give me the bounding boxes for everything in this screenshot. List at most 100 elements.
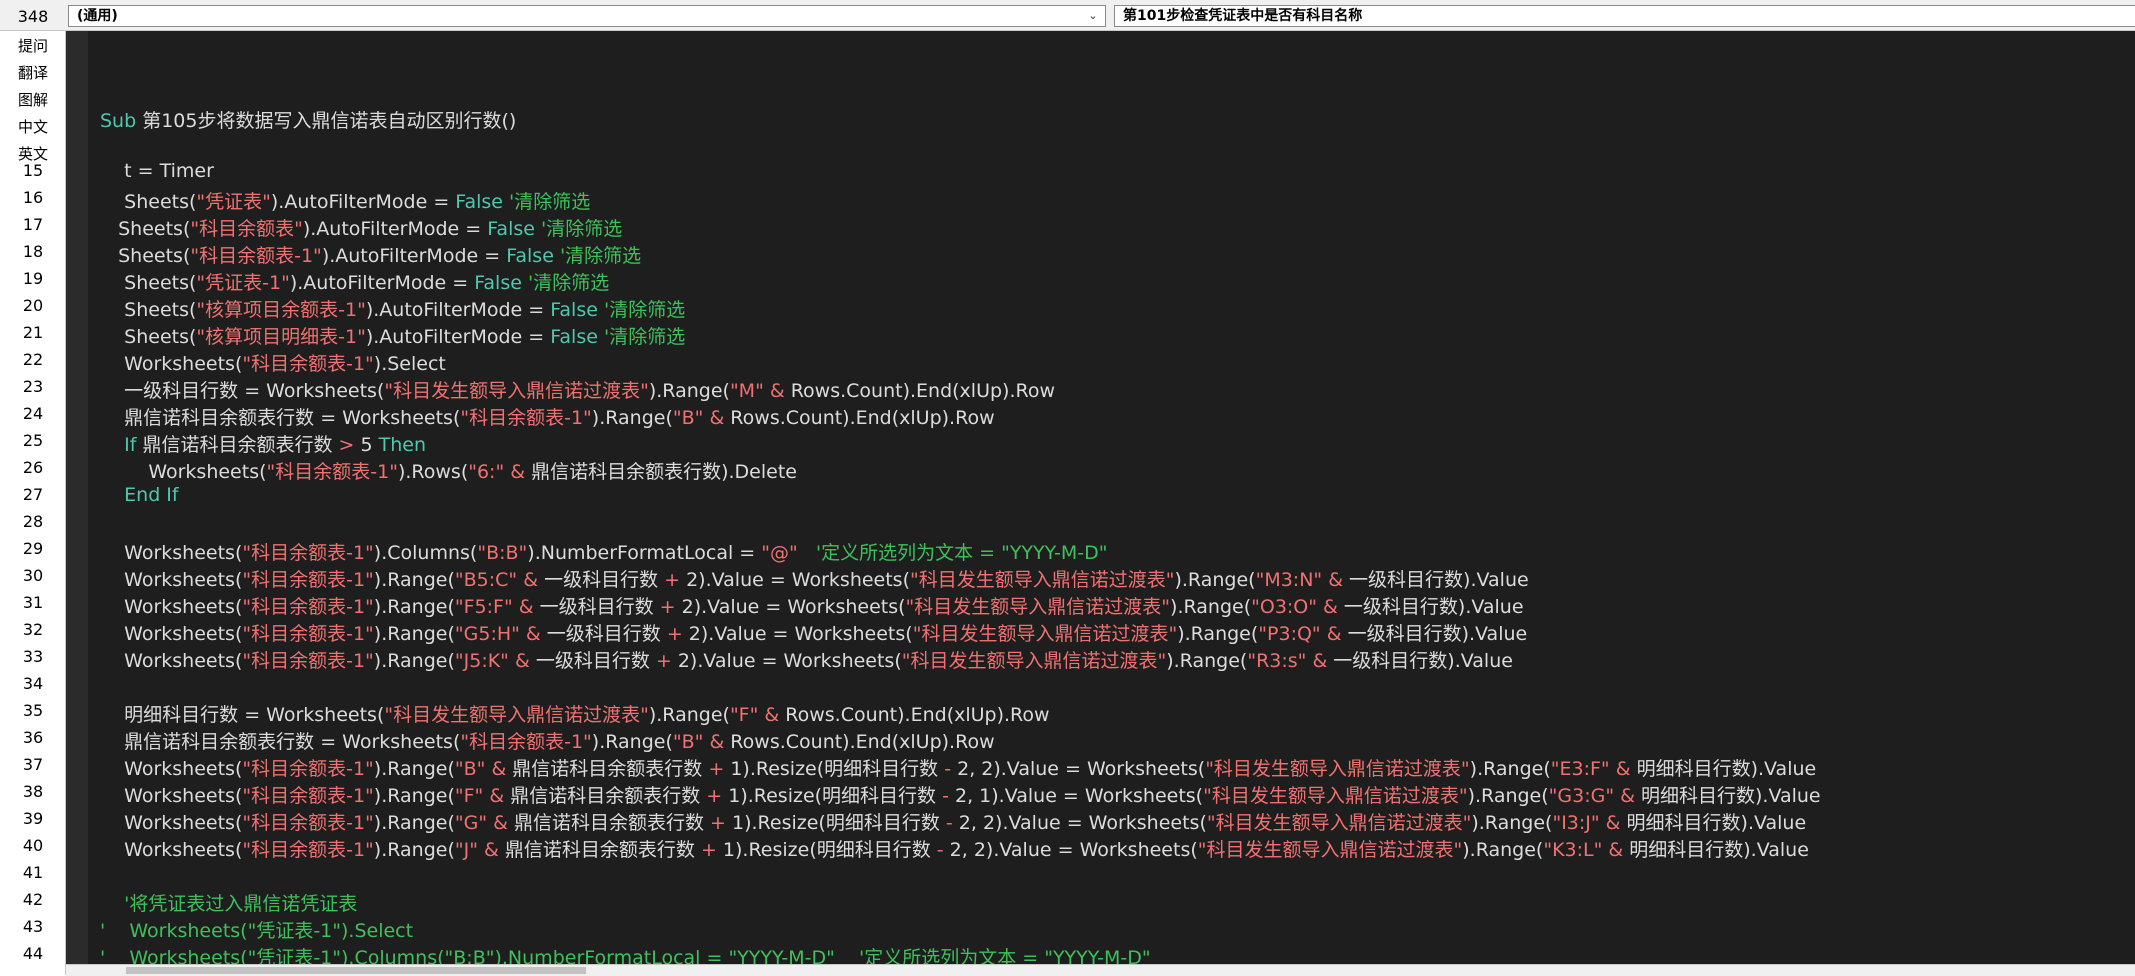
code-token: Worksheets( (100, 353, 243, 375)
object-dropdown[interactable]: (通用) ⌄ (68, 5, 1106, 27)
code-line[interactable]: Sheets("核算项目余额表-1").AutoFilterMode = Fal… (100, 295, 685, 322)
code-token: "F" (454, 785, 484, 807)
line-number: 42 (22, 890, 44, 909)
code-token: & (1599, 812, 1621, 834)
code-token: '清除筛选 (534, 218, 623, 240)
tool-translate-button[interactable]: 翻译 (0, 62, 66, 83)
code-line[interactable]: End If (100, 484, 178, 506)
code-token: - (936, 839, 944, 861)
code-token: "科目余额表-1" (460, 731, 592, 753)
code-token: "J" (454, 839, 478, 861)
procedure-dropdown[interactable]: 第101步检查凭证表中是否有科目名称 (1114, 5, 2135, 27)
code-token: 一级科目行数 (529, 650, 656, 672)
code-token: "O3:O" (1251, 596, 1318, 618)
chevron-down-icon[interactable]: ⌄ (1085, 6, 1101, 26)
code-token: Sheets( (100, 299, 197, 321)
code-token: If (100, 434, 137, 456)
code-line[interactable]: 一级科目行数 = Worksheets("科目发生额导入鼎信诺过渡表").Ran… (100, 376, 1055, 403)
code-token: + (708, 758, 725, 780)
sidebar: 提问 翻译 图解 中文 英文 15 16 17 18 19 20 21 22 23 24 25 26 2… (0, 31, 66, 975)
scrollbar-thumb[interactable] (126, 967, 586, 974)
code-token: "B5:C" (454, 569, 518, 591)
code-token: & (485, 758, 507, 780)
code-token: Sheets( (100, 326, 197, 348)
code-token: Worksheets( (100, 839, 243, 861)
code-token: "G5:H" (454, 623, 520, 645)
tool-chinese-button[interactable]: 中文 (0, 116, 66, 137)
code-token: 一级科目行数 = Worksheets( (100, 380, 385, 402)
code-line[interactable]: 鼎信诺科目余额表行数 = Worksheets("科目余额表-1").Range… (100, 727, 994, 754)
code-line[interactable]: Worksheets("科目余额表-1").Range("J" & 鼎信诺科目余… (100, 835, 1809, 862)
code-line[interactable]: Worksheets("科目余额表-1").Range("B5:C" & 一级科… (100, 565, 1529, 592)
code-line[interactable]: Worksheets("科目余额表-1").Range("F" & 鼎信诺科目余… (100, 781, 1820, 808)
code-line[interactable]: Worksheets("科目余额表-1").Range("J5:K" & 一级科… (100, 646, 1513, 673)
code-token: ).Range( (1471, 812, 1553, 834)
line-number: 36 (22, 728, 44, 747)
horizontal-scrollbar[interactable] (66, 964, 2135, 976)
line-number: 16 (22, 188, 44, 207)
code-line[interactable]: Sheets("科目余额表").AutoFilterMode = False '… (100, 214, 622, 241)
code-token: False (506, 245, 554, 267)
code-line[interactable]: Worksheets("科目余额表-1").Range("F5:F" & 一级科… (100, 592, 1523, 619)
code-token: 明细科目行数).Value (1620, 812, 1807, 834)
code-token: '清除筛选 (597, 326, 686, 348)
code-token: & (508, 650, 530, 672)
code-token: ).Select (373, 353, 446, 375)
line-number: 19 (22, 269, 44, 288)
code-line[interactable]: Worksheets("科目余额表-1").Rows("6:" & 鼎信诺科目余… (100, 457, 797, 484)
code-token: "科目发生额导入鼎信诺过渡表" (1206, 812, 1472, 834)
code-token: & (703, 407, 725, 429)
code-line[interactable]: 明细科目行数 = Worksheets("科目发生额导入鼎信诺过渡表").Ran… (100, 700, 1049, 727)
code-line[interactable]: Sheets("核算项目明细表-1").AutoFilterMode = Fal… (100, 322, 685, 349)
code-token: 2, 2).Value = Worksheets( (952, 812, 1207, 834)
code-line[interactable]: Sheets("凭证表").AutoFilterMode = False '清除… (100, 187, 590, 214)
code-line[interactable]: '将凭证表过入鼎信诺凭证表 (100, 889, 357, 916)
code-token: "科目余额表-1" (242, 758, 374, 780)
line-number: 40 (22, 836, 44, 855)
code-line[interactable]: Worksheets("科目余额表-1").Range("G5:H" & 一级科… (100, 619, 1527, 646)
code-token: Sheets( (100, 218, 191, 240)
line-number: 24 (22, 404, 44, 423)
code-token: 明细科目行数).Value (1630, 758, 1817, 780)
code-token: ).AutoFilterMode = (321, 245, 507, 267)
code-line[interactable]: 鼎信诺科目余额表行数 = Worksheets("科目余额表-1").Range… (100, 403, 994, 430)
code-line[interactable]: Worksheets("科目余额表-1").Select (100, 349, 446, 376)
code-token: ).AutoFilterMode = (302, 218, 488, 240)
code-token: 2).Value = Worksheets( (682, 623, 913, 645)
code-line[interactable]: Worksheets("科目余额表-1").Range("G" & 鼎信诺科目余… (100, 808, 1806, 835)
code-line[interactable]: ' Worksheets("凭证表-1").Select (100, 916, 413, 943)
code-token: 第105步将数据写入鼎信诺表自动区别行数() (136, 110, 517, 132)
tool-ask-button[interactable]: 提问 (0, 35, 66, 56)
line-number: 37 (22, 755, 44, 774)
line-number: 21 (22, 323, 44, 342)
code-token: + (655, 650, 672, 672)
code-editor[interactable]: Sub 第105步将数据写入鼎信诺表自动区别行数() t = Timer She… (66, 31, 2135, 975)
code-token: "@" (761, 542, 798, 564)
code-token: ).Range( (373, 785, 455, 807)
code-token: 2).Value = Worksheets( (671, 650, 902, 672)
code-token: ).Range( (1467, 785, 1549, 807)
code-token: "科目发生额导入鼎信诺过渡表" (912, 623, 1178, 645)
code-line[interactable]: If 鼎信诺科目余额表行数 > 5 Then (100, 430, 426, 457)
code-token: "科目余额表-1" (242, 812, 374, 834)
code-token: ).Range( (1166, 650, 1248, 672)
code-token: 明细科目行数 = Worksheets( (100, 704, 385, 726)
code-line[interactable]: Sheets("科目余额表-1").AutoFilterMode = False… (100, 241, 641, 268)
code-line[interactable]: Sub 第105步将数据写入鼎信诺表自动区别行数() (100, 106, 516, 133)
code-token: & (763, 380, 785, 402)
code-token: & (1322, 569, 1344, 591)
code-line[interactable]: t = Timer (100, 160, 214, 182)
code-line[interactable]: Worksheets("科目余额表-1").Columns("B:B").Num… (100, 538, 1107, 565)
code-token: ).Range( (1174, 569, 1256, 591)
code-line[interactable]: Worksheets("科目余额表-1").Range("B" & 鼎信诺科目余… (100, 754, 1816, 781)
line-number: 33 (22, 647, 44, 666)
code-token: "核算项目明细表-1" (196, 326, 366, 348)
code-token: t = Timer (100, 160, 214, 182)
tool-diagram-button[interactable]: 图解 (0, 89, 66, 110)
code-token: 2, 2).Value = Worksheets( (943, 839, 1198, 861)
line-number: 22 (22, 350, 44, 369)
code-token: "科目发生额导入鼎信诺过渡表" (1203, 785, 1468, 807)
code-line[interactable]: Sheets("凭证表-1").AutoFilterMode = False '… (100, 268, 609, 295)
code-token: Worksheets( (100, 812, 243, 834)
code-token: 2, 1).Value = Worksheets( (948, 785, 1204, 807)
